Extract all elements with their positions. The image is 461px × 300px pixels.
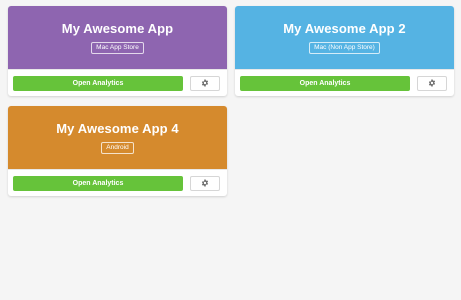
- app-card: My Awesome App 4 Android Open Analytics: [8, 106, 227, 196]
- settings-button[interactable]: [190, 175, 220, 191]
- platform-badge: Android: [101, 141, 134, 154]
- app-name: My Awesome App 4: [56, 120, 179, 136]
- app-card-header: My Awesome App Mac App Store: [8, 6, 227, 69]
- app-card-footer: Open Analytics: [8, 69, 227, 96]
- settings-button[interactable]: [417, 75, 447, 91]
- settings-button[interactable]: [190, 75, 220, 91]
- app-grid: My Awesome App Mac App Store Open Analyt…: [0, 0, 461, 300]
- open-analytics-button[interactable]: Open Analytics: [13, 75, 183, 91]
- platform-badge: Mac (Non App Store): [309, 41, 380, 54]
- app-card-footer: Open Analytics: [235, 69, 454, 96]
- app-card-header: My Awesome App 2 Mac (Non App Store): [235, 6, 454, 69]
- open-analytics-button[interactable]: Open Analytics: [240, 75, 410, 91]
- app-name: My Awesome App 2: [283, 20, 406, 36]
- app-card: My Awesome App Mac App Store Open Analyt…: [8, 6, 227, 96]
- gear-icon: [201, 179, 209, 187]
- gear-icon: [428, 79, 436, 87]
- platform-badge: Mac App Store: [91, 41, 144, 54]
- app-card: My Awesome App 2 Mac (Non App Store) Ope…: [235, 6, 454, 96]
- open-analytics-button[interactable]: Open Analytics: [13, 175, 183, 191]
- app-card-footer: Open Analytics: [8, 169, 227, 196]
- gear-icon: [201, 79, 209, 87]
- app-card-header: My Awesome App 4 Android: [8, 106, 227, 169]
- app-name: My Awesome App: [61, 20, 174, 36]
